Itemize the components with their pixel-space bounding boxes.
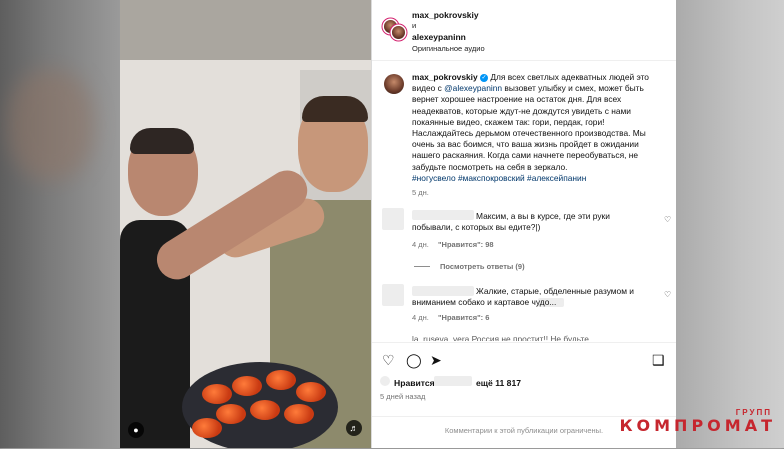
likes-count[interactable]: ещё 11 817 [476,378,521,388]
comment-likes[interactable]: "Нравится": 6 [438,313,489,322]
video-player[interactable]: ● ♬ [120,0,371,448]
comment-likes[interactable]: "Нравится": 98 [438,240,494,249]
redacted-avatar [382,284,404,306]
comment-age: 4 дн. [412,313,429,322]
caption-author[interactable]: max_pokrovskiy [412,72,478,82]
share-icon[interactable]: ➤ [430,353,442,367]
header-conjunction: и [412,21,417,30]
comment-text: Максим, а вы в курсе, где эти руки побыв… [412,211,610,233]
replies-line [414,266,430,267]
caviar-sandwich [250,400,280,420]
comment-icon[interactable]: ◯ [406,353,422,367]
caviar-sandwich [216,404,246,424]
user-tag-icon[interactable]: ● [128,422,144,438]
caviar-sandwich [266,370,296,390]
truncated-comment: la_ruseva_vera Россия не простит!! Не бу… [412,334,596,341]
like-heart-icon[interactable]: ♡ [664,215,671,224]
post-header: max_pokrovskiy и alexeypaninn Оригинальн… [372,0,676,61]
audio-label[interactable]: Оригинальное аудио [412,44,485,53]
header-username-2[interactable]: alexeypaninn [412,32,466,42]
post-caption: max_pokrovskiy ✓ Для всех светлых адеква… [412,72,664,184]
author-avatar[interactable] [384,74,404,94]
caviar-sandwich [284,404,314,424]
post-date: 5 дней назад [380,392,426,401]
likes-label[interactable]: Нравится [394,378,435,388]
caption-hashtags[interactable]: #ногусвело #макспокровский #алексейпанин [412,173,664,184]
man-right-hair [302,96,368,122]
caption-text-end: вызовет улыбку и смех, может быть вернет… [412,83,646,172]
blurred-right-edge [672,0,784,448]
comment-age: 4 дн. [412,240,429,249]
video-ceiling [120,0,371,60]
redacted-avatar [382,208,404,230]
view-replies-link[interactable]: Посмотреть ответы (9) [440,262,525,271]
caviar-sandwich [202,384,232,404]
caviar-sandwich [296,382,326,402]
blurred-left-edge [0,0,120,448]
watermark-big-text: КОМПРОМАТ [619,416,776,435]
verified-badge-icon: ✓ [479,73,488,82]
avatar[interactable] [392,26,405,39]
redacted-liker-avatar [380,376,390,386]
caption-mention[interactable]: @alexeypaninn [444,83,502,93]
watermark-logo: ГРУПП КОМПРОМАТ [619,408,782,444]
post-panel: max_pokrovskiy и alexeypaninn Оригинальн… [371,0,676,448]
caviar-sandwich [232,376,262,396]
like-heart-icon[interactable]: ♡ [664,290,671,299]
caviar-sandwich [192,418,222,438]
mute-icon[interactable]: ♬ [346,420,362,436]
redacted-liker-name [434,376,472,386]
man-left-hair [130,128,194,154]
header-username-1[interactable]: max_pokrovskiy [412,10,479,20]
comment-text: Жалкие, старые, обделенные разумом и вни… [412,286,634,308]
action-bar: ♡ ◯ ➤ ❑ [372,342,676,373]
blurred-face [8,70,94,180]
post-age: 5 дн. [412,188,429,197]
heart-icon[interactable]: ♡ [382,353,395,367]
bookmark-icon[interactable]: ❑ [652,353,665,367]
